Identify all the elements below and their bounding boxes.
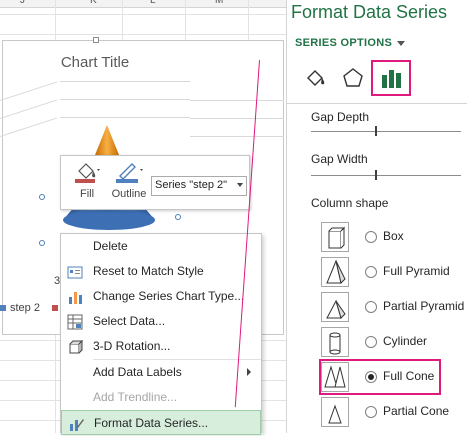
menu-item-format-data-series[interactable]: Format Data Series... xyxy=(61,410,261,435)
series-options-dropdown[interactable]: SERIES OPTIONS xyxy=(295,37,406,49)
chart-legend[interactable]: step 2 xyxy=(0,302,58,314)
pane-divider xyxy=(287,103,467,104)
menu-item-label: Add Trendline... xyxy=(93,390,178,404)
pane-tab-strip xyxy=(295,60,465,100)
menu-item-label: Format Data Series... xyxy=(94,416,209,430)
legend-label-step2: step 2 xyxy=(10,302,40,314)
menu-item-label: Add Data Labels xyxy=(93,365,182,379)
full-pyramid-icon xyxy=(321,257,349,287)
series-options-bars-icon xyxy=(382,70,401,88)
chart-gridline xyxy=(190,100,284,101)
menu-item-change-series-chart-type[interactable]: Change Series Chart Type... xyxy=(61,284,261,309)
chart-title[interactable]: Chart Title xyxy=(0,54,190,71)
column-header-k[interactable]: K xyxy=(90,0,97,6)
shape-label-full-pyramid: Full Pyramid xyxy=(383,264,450,278)
menu-item-label: 3-D Rotation... xyxy=(93,339,171,353)
format-series-icon xyxy=(70,419,84,431)
shape-label-partial-pyramid: Partial Pyramid xyxy=(383,299,465,313)
chart-gridline xyxy=(190,118,284,119)
radio-full-pyramid[interactable] xyxy=(365,266,377,278)
series-selection-handle[interactable] xyxy=(175,214,181,220)
gap-depth-slider-thumb[interactable] xyxy=(375,126,377,136)
chart-resize-handle[interactable] xyxy=(93,37,99,43)
menu-item-label: Delete xyxy=(93,239,128,253)
series-select-dropdown[interactable]: Series "step 2" xyxy=(151,176,247,196)
column-shape-label: Column shape xyxy=(311,196,389,210)
gap-depth-slider[interactable] xyxy=(311,126,461,136)
cone-base-ellipse xyxy=(63,210,155,230)
chart-type-icon xyxy=(69,292,82,304)
grid-row-line xyxy=(0,34,286,35)
shape-option-full-pyramid[interactable]: Full Pyramid xyxy=(321,257,461,287)
cylinder-icon xyxy=(321,327,349,357)
radio-cylinder[interactable] xyxy=(365,336,377,348)
chevron-down-icon xyxy=(397,40,406,46)
menu-item-select-data[interactable]: Select Data... xyxy=(61,309,261,334)
menu-item-delete[interactable]: Delete xyxy=(61,234,261,259)
cone-top-segment[interactable] xyxy=(95,125,119,155)
series-select-value: Series "step 2" xyxy=(155,179,228,191)
shape-label-partial-cone: Partial Cone xyxy=(383,404,450,418)
menu-item-add-trendline: Add Trendline... xyxy=(61,385,261,410)
radio-partial-cone[interactable] xyxy=(365,406,377,418)
radio-partial-pyramid[interactable] xyxy=(365,301,377,313)
context-menu: Delete Reset to Match Style Change Serie… xyxy=(60,233,262,435)
chart-gridline xyxy=(60,99,190,100)
tab-effects[interactable] xyxy=(333,60,373,96)
paint-bucket-icon xyxy=(75,163,100,183)
menu-item-reset-to-match-style[interactable]: Reset to Match Style xyxy=(61,259,261,284)
menu-item-label: Select Data... xyxy=(93,314,166,328)
radio-box[interactable] xyxy=(365,231,377,243)
shape-option-partial-cone[interactable]: Partial Cone xyxy=(321,397,461,427)
menu-item-label: Change Series Chart Type... xyxy=(93,289,245,303)
effects-pentagon-icon xyxy=(343,68,363,87)
outline-button[interactable]: Outline xyxy=(107,161,151,200)
pen-outline-icon xyxy=(116,163,143,183)
grid-row-line xyxy=(0,14,286,15)
pane-title: Format Data Series xyxy=(291,2,448,22)
series-options-label: SERIES OPTIONS xyxy=(295,37,393,49)
chart-gridline xyxy=(60,117,190,118)
chart-gridline xyxy=(190,136,284,137)
shape-option-partial-pyramid[interactable]: Partial Pyramid xyxy=(321,292,465,322)
chevron-down-icon xyxy=(237,183,243,187)
rotation-icon xyxy=(69,339,83,354)
legend-swatch-step2 xyxy=(0,305,6,311)
gap-width-label: Gap Width xyxy=(311,152,368,166)
submenu-arrow-icon xyxy=(247,368,251,376)
shape-option-box[interactable]: Box xyxy=(321,222,461,252)
select-data-icon xyxy=(67,314,83,330)
menu-item-3d-rotation[interactable]: 3-D Rotation... xyxy=(61,334,261,359)
mini-toolbar: Fill Outline Series "step 2" xyxy=(60,155,250,210)
column-header-j[interactable]: J xyxy=(20,0,25,6)
menu-item-add-data-labels[interactable]: Add Data Labels xyxy=(61,360,261,385)
legend-swatch-second xyxy=(51,305,58,311)
column-header-bar: J K L M xyxy=(0,0,286,8)
series-selection-handle[interactable] xyxy=(39,194,45,200)
tab-series-options[interactable] xyxy=(371,60,411,96)
column-header-l[interactable]: L xyxy=(150,0,156,6)
fill-label: Fill xyxy=(79,188,95,200)
series-selection-handle[interactable] xyxy=(39,240,45,246)
gap-width-slider-thumb[interactable] xyxy=(375,170,377,180)
column-header-m[interactable]: M xyxy=(215,0,223,6)
shape-label-box: Box xyxy=(383,229,404,243)
box-shape-icon xyxy=(321,222,349,252)
menu-item-label: Reset to Match Style xyxy=(93,264,204,278)
highlight-full-cone xyxy=(319,359,441,395)
partial-pyramid-icon xyxy=(321,292,349,322)
fill-line-icon xyxy=(307,70,325,86)
fill-button[interactable]: Fill xyxy=(69,161,105,200)
chart-gridline xyxy=(60,81,190,82)
format-data-series-pane: Format Data Series SERIES OPTIONS Gap De… xyxy=(286,0,467,433)
outline-label: Outline xyxy=(111,188,147,200)
gap-depth-label: Gap Depth xyxy=(311,110,370,124)
shape-label-cylinder: Cylinder xyxy=(383,334,428,348)
shape-option-cylinder[interactable]: Cylinder xyxy=(321,327,461,357)
gap-width-slider[interactable] xyxy=(311,170,461,180)
tab-fill-line[interactable] xyxy=(295,60,335,96)
partial-cone-icon xyxy=(321,397,349,427)
reset-style-icon xyxy=(67,266,83,279)
